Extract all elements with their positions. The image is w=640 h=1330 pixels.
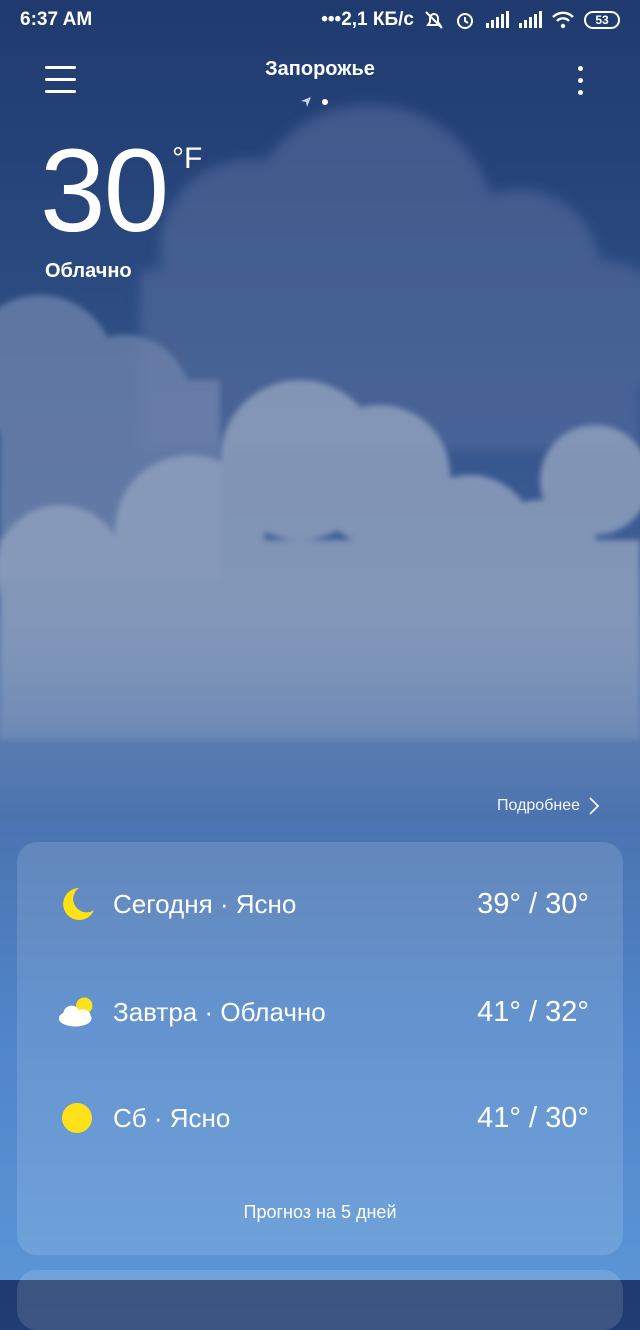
current-condition: Облачно — [45, 260, 132, 282]
five-day-forecast-button[interactable]: Прогноз на 5 дней — [17, 1202, 623, 1223]
alarm-icon — [457, 13, 473, 29]
forecast-row-saturday[interactable]: Сб · Ясно 41° / 30° — [17, 1088, 623, 1148]
partly-cloudy-icon — [58, 997, 93, 1027]
details-link[interactable]: Подробнее — [497, 796, 600, 816]
temperature-unit: °F — [172, 142, 203, 175]
chevron-right-icon — [589, 797, 600, 815]
moon-icon — [63, 888, 94, 920]
page-dot — [322, 99, 328, 105]
forecast-temps: 41° / 30° — [477, 1101, 589, 1134]
sun-icon — [62, 1103, 92, 1133]
status-icons: •••2,1 КБ/с 53 — [321, 9, 620, 31]
forecast-row-tomorrow[interactable]: Завтра · Облачно 41° / 32° — [17, 982, 623, 1042]
location-arrow-icon — [301, 97, 311, 107]
network-speed: •••2,1 КБ/с — [321, 9, 414, 30]
more-vertical-icon[interactable] — [570, 66, 590, 100]
details-label: Подробнее — [497, 797, 580, 814]
wifi-icon — [552, 11, 574, 29]
battery-level: 53 — [595, 13, 609, 27]
forecast-label: Сб · Ясно — [113, 1102, 231, 1133]
forecast-temps: 39° / 30° — [477, 887, 589, 920]
current-temperature: 30 — [40, 125, 169, 257]
mute-bell-icon — [425, 11, 443, 29]
signal-icon — [486, 11, 509, 28]
forecast-card: Сегодня · Ясно 39° / 30° Завтра · Облачн… — [17, 842, 623, 1255]
page-indicator — [300, 96, 328, 108]
next-card — [17, 1270, 623, 1330]
forecast-temps: 41° / 32° — [477, 995, 589, 1028]
signal-icon — [519, 11, 542, 28]
forecast-label: Сегодня · Ясно — [113, 888, 297, 919]
status-time: 6:37 AM — [20, 9, 93, 30]
forecast-row-today[interactable]: Сегодня · Ясно 39° / 30° — [17, 874, 623, 934]
city-name[interactable]: Запорожье — [0, 58, 640, 81]
battery-icon: 53 — [584, 11, 620, 29]
forecast-label: Завтра · Облачно — [113, 996, 326, 1027]
status-bar: 6:37 AM •••2,1 КБ/с 53 — [0, 0, 640, 40]
header: Запорожье — [0, 52, 640, 116]
clouds-background — [0, 105, 640, 820]
